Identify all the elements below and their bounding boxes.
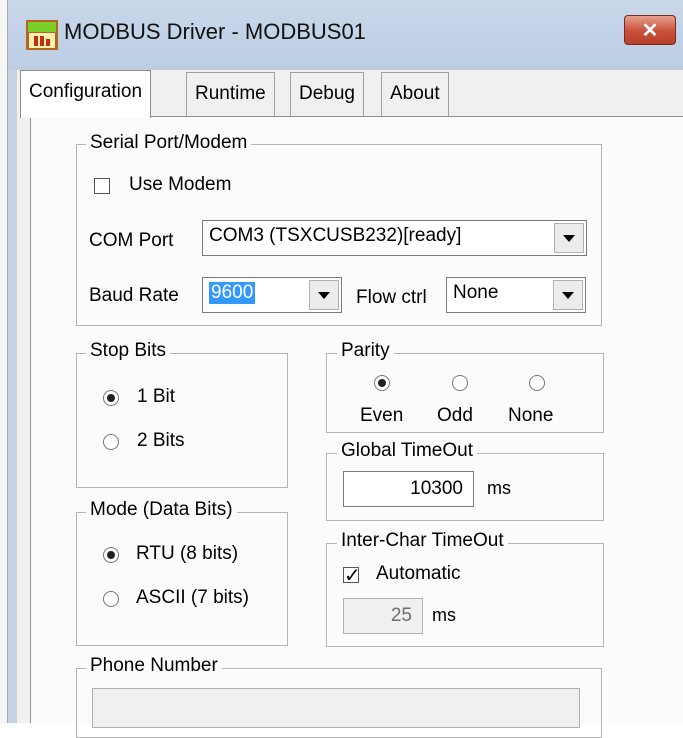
parity-none-label: None <box>508 405 554 426</box>
parity-odd-label: Odd <box>437 405 473 426</box>
app-icon <box>26 20 58 50</box>
inter-char-legend: Inter-Char TimeOut <box>337 530 508 552</box>
phone-number-legend: Phone Number <box>86 655 222 677</box>
parity-even-label: Even <box>360 405 404 426</box>
automatic-checkbox[interactable]: ✓ <box>343 565 361 587</box>
parity-none-radio[interactable] <box>529 375 545 391</box>
parity-odd-radio[interactable] <box>452 375 468 391</box>
stop-bits-1-radio[interactable] <box>103 390 119 406</box>
close-button[interactable]: ✕ <box>624 15 676 45</box>
stop-bits-legend: Stop Bits <box>86 340 171 362</box>
parity-legend: Parity <box>337 340 394 362</box>
stop-bits-1-label: 1 Bit <box>137 386 176 407</box>
mode-rtu-radio[interactable] <box>103 547 119 563</box>
tab-configuration[interactable]: Configuration <box>20 70 152 118</box>
com-port-label: COM Port <box>89 230 174 251</box>
global-timeout-legend: Global TimeOut <box>337 440 477 462</box>
inter-char-timeout-unit: ms <box>432 605 456 625</box>
global-timeout-unit: ms <box>487 478 511 498</box>
use-modem-label: Use Modem <box>129 174 232 195</box>
serial-port-legend: Serial Port/Modem <box>86 132 252 154</box>
chevron-down-icon[interactable] <box>309 280 339 310</box>
flow-ctrl-value: None <box>453 282 499 303</box>
com-port-value: COM3 (TSXCUSB232)[ready] <box>209 225 462 246</box>
close-icon: ✕ <box>641 20 659 42</box>
mode-rtu-label: RTU (8 bits) <box>136 543 239 564</box>
mode-legend: Mode (Data Bits) <box>86 499 237 521</box>
baud-rate-value: 9600 <box>209 282 256 304</box>
background-window-edge <box>0 0 8 723</box>
stop-bits-2-radio[interactable] <box>103 434 119 450</box>
stop-bits-2-label: 2 Bits <box>137 430 185 451</box>
chevron-down-icon[interactable] <box>553 280 583 310</box>
check-icon: ✓ <box>344 565 361 587</box>
mode-group <box>76 512 288 646</box>
global-timeout-input[interactable]: 10300 <box>343 471 474 507</box>
use-modem-checkbox[interactable] <box>94 178 110 194</box>
tab-runtime[interactable]: Runtime <box>186 72 275 116</box>
baud-rate-select[interactable]: 9600 <box>202 277 342 313</box>
inter-char-timeout-value: 25 <box>390 605 412 626</box>
global-timeout-value: 10300 <box>410 478 463 499</box>
mode-ascii-label: ASCII (7 bits) <box>136 587 249 608</box>
tab-debug[interactable]: Debug <box>290 72 364 116</box>
com-port-select[interactable]: COM3 (TSXCUSB232)[ready] <box>202 220 587 256</box>
inter-char-timeout-input[interactable]: 25 <box>343 598 423 634</box>
tab-about[interactable]: About <box>381 72 449 116</box>
stop-bits-group <box>76 353 288 488</box>
parity-even-radio[interactable] <box>374 375 390 391</box>
flow-ctrl-label: Flow ctrl <box>356 287 427 308</box>
phone-number-input[interactable] <box>92 688 580 728</box>
mode-ascii-radio[interactable] <box>103 591 119 607</box>
window-title: MODBUS Driver - MODBUS01 <box>64 19 366 44</box>
chevron-down-icon[interactable] <box>554 223 584 253</box>
automatic-label: Automatic <box>376 563 461 584</box>
baud-rate-label: Baud Rate <box>89 285 179 306</box>
flow-ctrl-select[interactable]: None <box>446 277 586 313</box>
